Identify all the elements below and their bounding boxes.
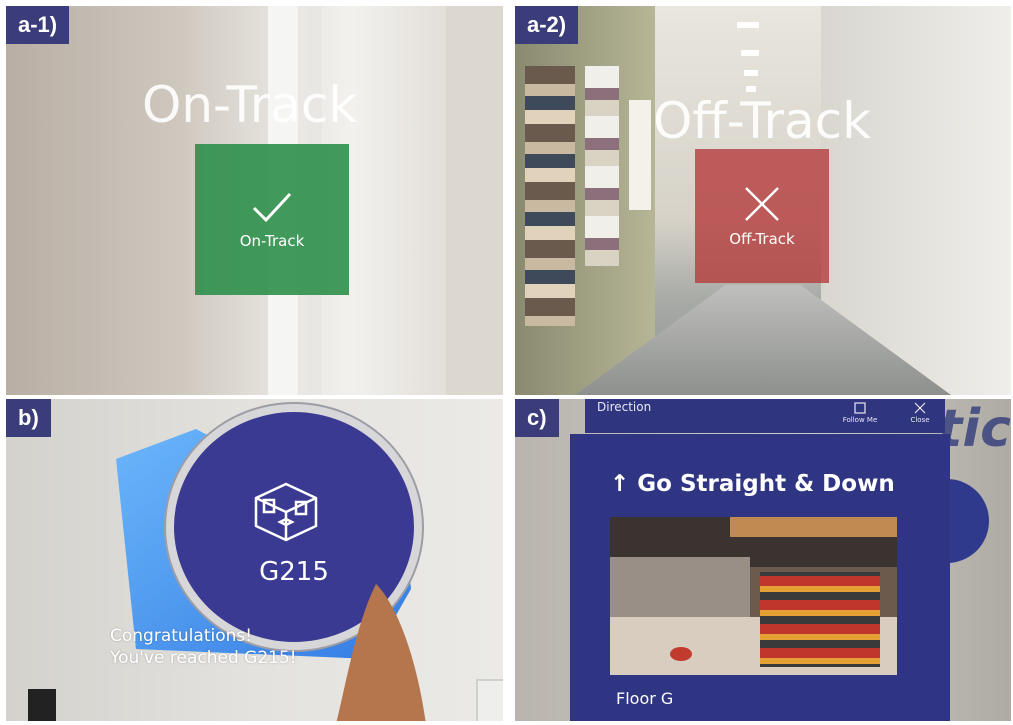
hud-status-text: Off-Track — [653, 92, 872, 150]
panel-direction: tic n Direction Follow Me Close ↑ Go Str… — [515, 399, 1011, 721]
direction-title: Direction — [597, 400, 652, 414]
close-icon — [914, 402, 926, 414]
destination-photo — [610, 517, 897, 675]
wall-sensor — [28, 689, 56, 721]
congrats-line-2: You've reached G215! — [110, 648, 297, 668]
wall-column — [446, 6, 503, 395]
user-hand — [336, 584, 426, 721]
congratulations-message: Congratulations! You've reached G215! — [110, 625, 297, 669]
bulletin-posters — [525, 66, 575, 326]
photo-floor-sticker — [670, 647, 692, 661]
panel-tag: a-1) — [6, 6, 70, 44]
cross-icon — [745, 187, 779, 221]
follow-me-icon — [854, 402, 866, 414]
bulletin-posters — [585, 66, 619, 266]
direction-instruction: ↑ Go Straight & Down — [610, 471, 895, 497]
ceiling-light — [744, 70, 758, 76]
panel-tag: c) — [515, 399, 559, 437]
ceiling-light — [741, 50, 759, 56]
follow-me-label: Follow Me — [842, 416, 878, 424]
follow-me-button[interactable]: Follow Me — [835, 399, 885, 431]
panel-tag: a-2) — [515, 6, 579, 44]
notice-sheet — [629, 100, 651, 210]
congrats-line-1: Congratulations! — [110, 626, 253, 646]
floor-label: Floor G — [616, 689, 674, 708]
check-icon — [252, 192, 292, 222]
close-label: Close — [910, 416, 930, 424]
photo-shelves — [760, 572, 880, 667]
off-track-label: Off-Track — [729, 230, 795, 248]
room-isometric-icon — [254, 482, 318, 542]
panel-tag: b) — [6, 399, 51, 437]
off-track-card: Off-Track — [695, 149, 829, 283]
hud-status-text: On-Track — [142, 76, 358, 134]
panel-off-track: Off-Track Off-Track a-2) — [515, 6, 1011, 395]
destination-room: G215 — [259, 557, 329, 587]
ceiling-light — [737, 22, 759, 28]
on-track-label: On-Track — [239, 231, 305, 250]
on-track-card: On-Track — [195, 144, 349, 295]
photo-beam — [730, 517, 897, 537]
close-button[interactable]: Close — [895, 399, 945, 431]
panel-on-track: On-Track On-Track a-1) — [6, 6, 503, 395]
panel-destination-reached: G215 Congratulations! You've reached G21… — [6, 399, 503, 721]
